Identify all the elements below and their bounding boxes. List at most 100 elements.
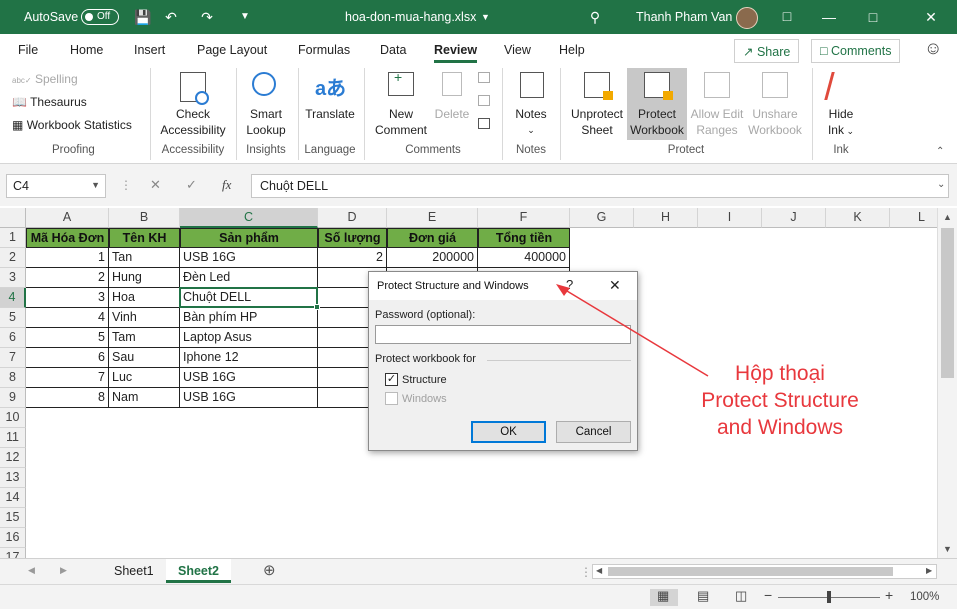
row-header[interactable]: 10 xyxy=(0,408,26,428)
table-cell[interactable]: Sau xyxy=(109,348,180,368)
header-cell[interactable]: Sản phẩm xyxy=(180,228,318,248)
notes-button[interactable]: Notes ⌄ xyxy=(508,106,554,138)
row-header[interactable]: 13 xyxy=(0,468,26,488)
zoom-slider-thumb[interactable] xyxy=(827,591,831,603)
autosave-toggle[interactable]: Off xyxy=(81,9,119,25)
table-cell[interactable]: Laptop Asus xyxy=(180,328,318,348)
column-header-j[interactable]: J xyxy=(762,208,826,228)
table-cell[interactable]: 5 xyxy=(26,328,109,348)
column-header-e[interactable]: E xyxy=(387,208,478,228)
table-cell[interactable]: USB 16G xyxy=(180,388,318,408)
tab-review[interactable]: Review xyxy=(434,43,478,63)
zoom-level[interactable]: 100% xyxy=(910,591,939,603)
row-header[interactable]: 2 xyxy=(0,248,26,268)
scroll-up-icon[interactable]: ▲ xyxy=(943,212,952,222)
header-cell[interactable]: Tên KH xyxy=(109,228,180,248)
row-header[interactable]: 14 xyxy=(0,488,26,508)
table-cell[interactable]: USB 16G xyxy=(180,248,318,268)
close-icon[interactable]: ✕ xyxy=(920,6,942,28)
cancel-icon[interactable]: ✕ xyxy=(150,177,161,193)
fill-handle[interactable] xyxy=(314,304,320,310)
tabs-split-icon[interactable]: ⋮ xyxy=(580,565,592,579)
table-cell[interactable]: Nam xyxy=(109,388,180,408)
table-cell[interactable]: 200000 xyxy=(387,248,478,268)
table-cell[interactable]: 400000 xyxy=(478,248,570,268)
thesaurus-button[interactable]: 📖 Thesaurus xyxy=(12,94,87,110)
row-header[interactable]: 9 xyxy=(0,388,26,408)
protect-workbook-button[interactable]: Protect Workbook xyxy=(627,106,687,138)
table-cell[interactable]: Đèn Led xyxy=(180,268,318,288)
unprotect-sheet-button[interactable]: Unprotect Sheet xyxy=(566,106,628,138)
sheet-tab-sheet1[interactable]: Sheet1 xyxy=(102,559,166,583)
header-cell[interactable]: Số lượng xyxy=(318,228,387,248)
undo-icon[interactable]: ↶ xyxy=(160,6,182,28)
translate-button[interactable]: Translate xyxy=(302,106,358,122)
show-comments-icon[interactable] xyxy=(478,118,490,129)
table-cell[interactable]: 1 xyxy=(26,248,109,268)
zoom-in-icon[interactable]: + xyxy=(885,587,893,603)
sheet-tab-sheet2[interactable]: Sheet2 xyxy=(166,559,231,583)
tab-view[interactable]: View xyxy=(504,43,531,57)
tab-page-layout[interactable]: Page Layout xyxy=(197,43,267,57)
scroll-right-icon[interactable]: ▶ xyxy=(926,566,932,575)
page-layout-view-icon[interactable]: ▤ xyxy=(697,588,709,604)
row-header[interactable]: 5 xyxy=(0,308,26,328)
cancel-button[interactable]: Cancel xyxy=(556,421,631,443)
check-accessibility-button[interactable]: Check Accessibility xyxy=(160,106,226,138)
table-cell[interactable]: Tan xyxy=(109,248,180,268)
formula-input[interactable]: Chuột DELL xyxy=(251,174,949,198)
customize-qat-icon[interactable]: ▼ xyxy=(234,6,256,28)
tab-formulas[interactable]: Formulas xyxy=(298,43,350,57)
header-cell[interactable]: Mã Hóa Đơn xyxy=(26,228,109,248)
row-header[interactable]: 3 xyxy=(0,268,26,288)
row-header[interactable]: 6 xyxy=(0,328,26,348)
name-box-chevron-icon[interactable]: ▼ xyxy=(91,180,100,190)
table-cell[interactable]: 8 xyxy=(26,388,109,408)
insert-function-icon[interactable]: fx xyxy=(222,177,231,193)
new-sheet-icon[interactable]: ⊕ xyxy=(263,561,276,579)
expand-formula-bar-icon[interactable]: ⌄ xyxy=(937,179,945,190)
search-icon[interactable]: ⚲ xyxy=(584,6,606,28)
row-header[interactable]: 17 xyxy=(0,548,26,558)
scroll-down-icon[interactable]: ▼ xyxy=(943,544,952,554)
redo-icon[interactable]: ↷ xyxy=(196,6,218,28)
horizontal-scrollbar[interactable]: ◀ ▶ xyxy=(592,564,937,579)
column-header-c[interactable]: C xyxy=(180,208,318,228)
hide-ink-button[interactable]: Hide Ink ⌄ xyxy=(818,106,864,139)
horizontal-scroll-thumb[interactable] xyxy=(608,567,893,576)
column-header-a[interactable]: A xyxy=(26,208,109,228)
save-icon[interactable]: 💾 xyxy=(132,6,154,28)
collapse-ribbon-icon[interactable]: ⌃ xyxy=(936,146,944,157)
vertical-scrollbar[interactable]: ▲ ▼ xyxy=(937,208,957,558)
new-comment-button[interactable]: New Comment xyxy=(370,106,432,138)
page-break-view-icon[interactable]: ◫ xyxy=(735,588,747,604)
comments-button[interactable]: □ Comments xyxy=(811,39,901,63)
column-header-b[interactable]: B xyxy=(109,208,180,228)
header-cell[interactable]: Tổng tiền xyxy=(478,228,570,248)
row-header[interactable]: 1 xyxy=(0,228,26,248)
row-header[interactable]: 4 xyxy=(0,288,26,308)
table-cell[interactable]: Tam xyxy=(109,328,180,348)
table-cell[interactable]: 2 xyxy=(318,248,387,268)
tab-data[interactable]: Data xyxy=(380,43,406,57)
zoom-out-icon[interactable]: − xyxy=(764,587,772,603)
table-cell[interactable]: Iphone 12 xyxy=(180,348,318,368)
row-header[interactable]: 11 xyxy=(0,428,26,448)
table-cell[interactable]: Hoa xyxy=(109,288,180,308)
enter-icon[interactable]: ✓ xyxy=(186,177,197,193)
active-cell-c4[interactable] xyxy=(179,287,320,310)
filename-chevron-icon[interactable]: ▼ xyxy=(481,12,490,22)
row-header[interactable]: 16 xyxy=(0,528,26,548)
tab-file[interactable]: File xyxy=(18,43,38,57)
table-cell[interactable]: 7 xyxy=(26,368,109,388)
tab-home[interactable]: Home xyxy=(70,43,103,57)
next-sheet-icon[interactable]: ▶ xyxy=(60,565,67,576)
tab-help[interactable]: Help xyxy=(559,43,585,57)
maximize-icon[interactable]: □ xyxy=(862,6,884,28)
table-cell[interactable]: 4 xyxy=(26,308,109,328)
column-header-k[interactable]: K xyxy=(826,208,890,228)
table-cell[interactable]: Hung xyxy=(109,268,180,288)
ok-button[interactable]: OK xyxy=(471,421,546,443)
table-cell[interactable]: Luc xyxy=(109,368,180,388)
workbook-statistics-button[interactable]: ▦ Workbook Statistics xyxy=(12,117,132,133)
